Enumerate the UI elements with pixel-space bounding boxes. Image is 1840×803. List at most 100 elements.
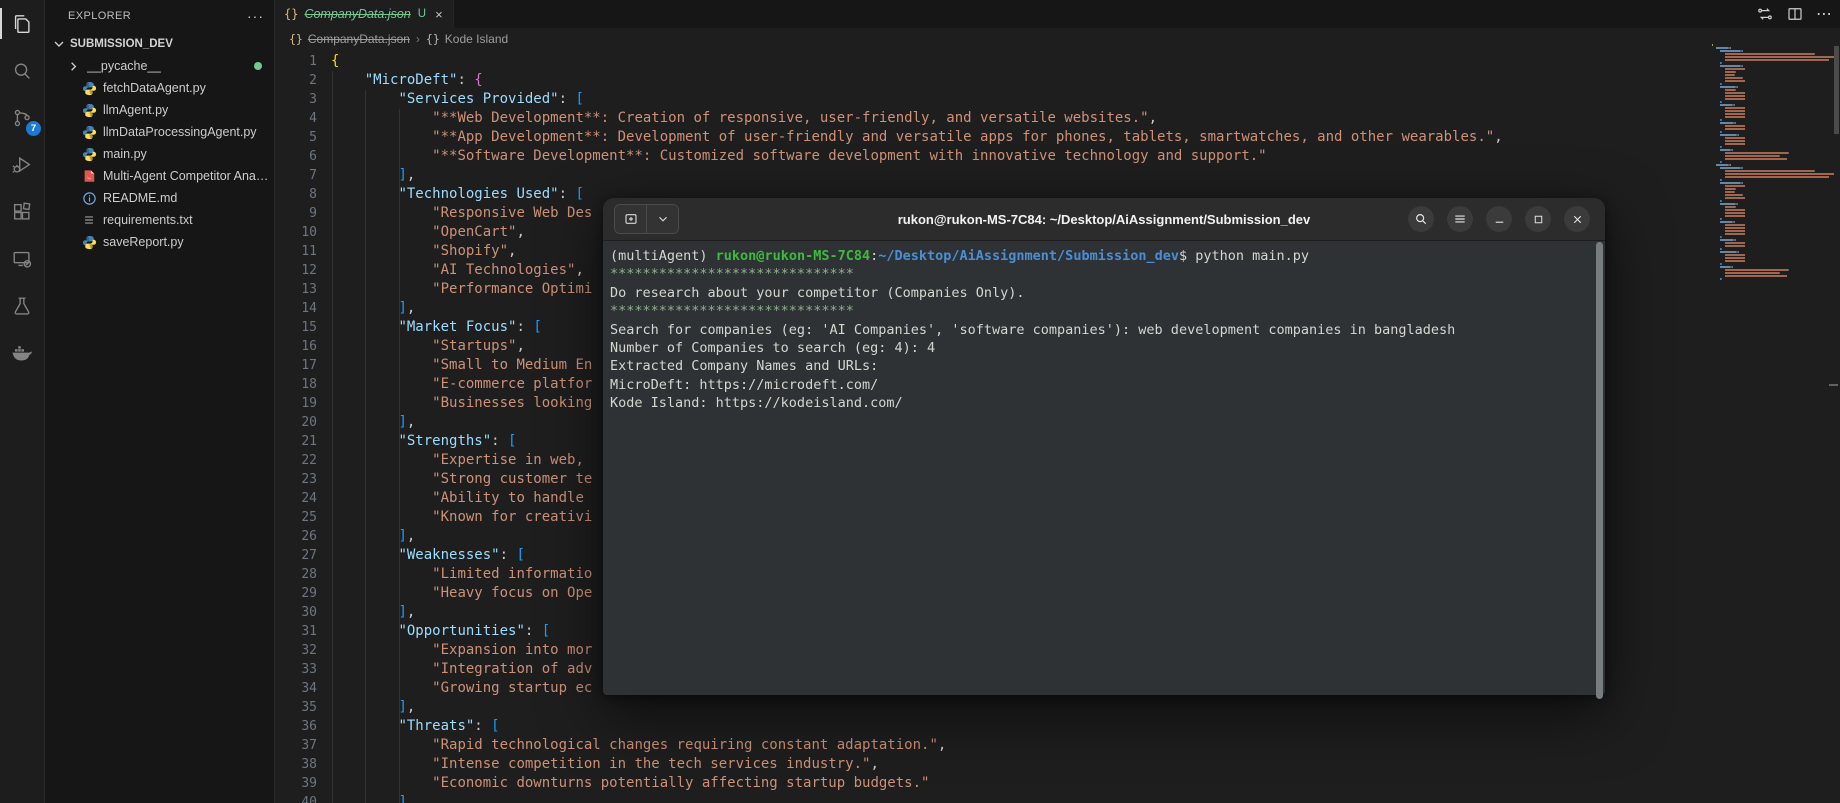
tab-git-status: U [418,8,426,20]
file-item-savereport-py[interactable]: saveReport.py [45,231,274,253]
explorer-title: EXPLORER [68,10,131,22]
split-editor-icon[interactable] [1786,5,1804,23]
line-number: 33 [275,660,317,679]
code-line-3: 3 "Services Provided": [ [275,90,1840,109]
minimize-icon[interactable] [1486,206,1512,232]
docker-icon[interactable] [0,329,44,376]
breadcrumb-file[interactable]: CompanyData.json [308,32,410,46]
terminal-search-icon[interactable] [1408,206,1434,232]
line-number: 34 [275,679,317,698]
line-number: 6 [275,147,317,166]
info-icon [81,190,97,206]
terminal-line-3: Do research about your competitor (Compa… [610,284,1591,302]
search-icon[interactable] [0,47,44,94]
open-changes-icon[interactable] [1756,5,1774,23]
line-number: 26 [275,527,317,546]
file-item-llmagent-py[interactable]: llmAgent.py [45,99,274,121]
python-icon [81,146,97,162]
terminal-scrollbar[interactable] [1596,242,1603,699]
line-number: 13 [275,280,317,299]
terminal-line-2: ****************************** [610,265,1591,283]
close-icon[interactable] [1564,206,1590,232]
code-line-38: 38 "Intense competition in the tech serv… [275,755,1840,774]
folder-item--pycache-[interactable]: __pycache__ [45,55,274,77]
file-item-llmdataprocessingagent-py[interactable]: llmDataProcessingAgent.py [45,121,274,143]
maximize-icon[interactable] [1525,206,1551,232]
file-label: llmDataProcessingAgent.py [103,125,257,139]
code-line-2: 2 "MicroDeft": { [275,71,1840,90]
tab-companydata-json[interactable]: {} CompanyData.json U × [275,0,454,28]
line-number: 3 [275,90,317,109]
sidebar-section-submission-dev[interactable]: SUBMISSION_DEV [45,32,274,55]
file-label: requirements.txt [103,213,193,227]
line-number: 5 [275,128,317,147]
file-item-fetchdataagent-py[interactable]: fetchDataAgent.py [45,77,274,99]
file-label: main.py [103,147,147,161]
extensions-icon[interactable] [0,188,44,235]
testing-icon[interactable] [0,282,44,329]
list-icon [81,212,97,228]
file-item-readme-md[interactable]: README.md [45,187,274,209]
line-number: 11 [275,242,317,261]
terminal-line-8: MicroDeft: https://microdeft.com/ [610,376,1591,394]
line-number: 37 [275,736,317,755]
code-line-39: 39 "Economic downturns potentially affec… [275,774,1840,793]
editor-more-actions-icon[interactable]: ⋯ [1816,4,1832,24]
new-tab-icon[interactable] [615,205,646,233]
line-number: 36 [275,717,317,736]
source-control-icon[interactable]: 7 [0,94,44,141]
file-item-requirements-txt[interactable]: requirements.txt [45,209,274,231]
pdf-icon [81,168,97,184]
tab-close-icon[interactable]: × [435,7,443,22]
file-list: __pycache__ fetchDataAgent.pyllmAgent.py l… [45,55,274,253]
line-number: 29 [275,584,317,603]
line-number: 38 [275,755,317,774]
chevron-down-icon [51,36,67,52]
explorer-icon[interactable] [0,0,44,47]
menu-hamburger-icon[interactable] [1447,206,1473,232]
chevron-right-icon [65,58,81,74]
explorer-more-actions-icon[interactable]: ··· [247,8,264,24]
explorer-sidebar: EXPLORER ··· SUBMISSION_DEV __pycache__f… [45,0,275,803]
line-number: 24 [275,489,317,508]
run-and-debug-icon[interactable] [0,141,44,188]
breadcrumb-symbol[interactable]: Kode Island [445,32,508,46]
minimap[interactable] [1712,44,1834,286]
activity-bar: 7 [0,0,45,803]
line-number: 14 [275,299,317,318]
line-number: 35 [275,698,317,717]
code-line-1: 1{ [275,52,1840,71]
breadcrumb: {} CompanyData.json › {} Kode Island [275,28,1840,50]
python-icon [81,124,97,140]
file-label: saveReport.py [103,235,184,249]
terminal-line-9: Kode Island: https://kodeisland.com/ [610,394,1591,412]
remote-explorer-icon[interactable] [0,235,44,282]
vscode-window: 7 [0,0,1840,803]
editor-scrollbar[interactable] [1834,46,1839,134]
line-number: 25 [275,508,317,527]
tabs-dropdown-chevron-icon[interactable] [646,205,678,233]
line-number: 31 [275,622,317,641]
line-number: 2 [275,71,317,90]
python-icon [81,102,97,118]
line-number: 27 [275,546,317,565]
file-item-multi-agent-competitor-analy-[interactable]: Multi-Agent Competitor Analy… [45,165,274,187]
line-number: 23 [275,470,317,489]
file-label: __pycache__ [87,59,161,73]
terminal-output[interactable]: (multiAgent) rukon@rukon-MS-7C84:~/Deskt… [603,241,1605,701]
line-number: 15 [275,318,317,337]
file-item-main-py[interactable]: main.py [45,143,274,165]
line-number: 39 [275,774,317,793]
terminal-line-6: Number of Companies to search (eg: 4): 4 [610,339,1591,357]
line-number: 8 [275,185,317,204]
terminal-line-5: Search for companies (eg: 'AI Companies'… [610,321,1591,339]
terminal-line-1: (multiAgent) rukon@rukon-MS-7C84:~/Deskt… [610,247,1591,265]
overview-ruler-mark [1829,384,1838,386]
code-line-7: 7 ], [275,166,1840,185]
line-number: 40 [275,793,317,803]
line-number: 10 [275,223,317,242]
python-icon [81,80,97,96]
tab-label: CompanyData.json [304,7,410,21]
terminal-titlebar[interactable]: rukon@rukon-MS-7C84: ~/Desktop/AiAssignm… [603,198,1605,241]
file-label: Multi-Agent Competitor Analy… [103,169,271,183]
